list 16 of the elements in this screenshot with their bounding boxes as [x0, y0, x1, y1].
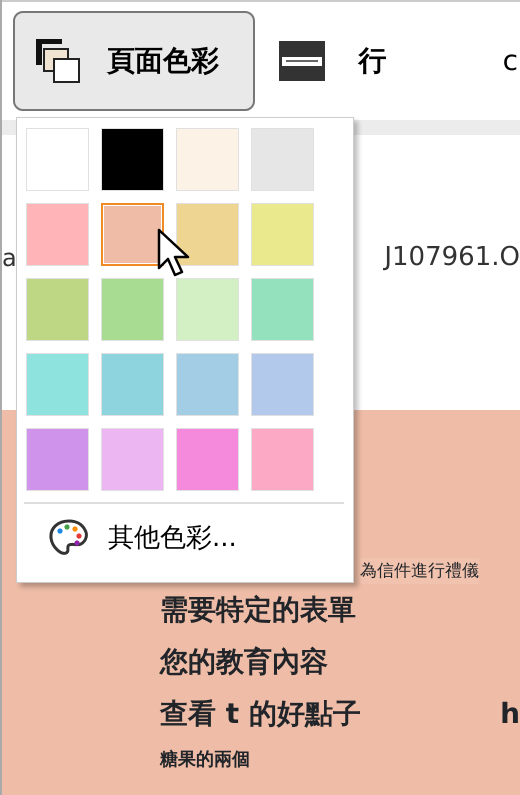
toolbar-button[interactable]: c: [410, 11, 520, 111]
body-text: 糖果的兩個: [160, 748, 250, 772]
cursor-icon: [157, 228, 191, 278]
line-button[interactable]: 行: [276, 11, 389, 111]
page-color-icon: [35, 38, 81, 84]
page-color-button[interactable]: 頁面色彩: [13, 11, 255, 111]
body-text: 需要特定的表單: [160, 592, 356, 628]
more-colors-button[interactable]: 其他色彩...: [26, 504, 237, 558]
body-text: 查看 t 的好點子: [160, 696, 361, 732]
body-text: 您的教育內容: [160, 644, 328, 680]
palette-icon: [48, 518, 90, 558]
file-name: J107961.O: [384, 241, 520, 274]
body-text: h: [500, 696, 520, 732]
color-swatch[interactable]: [101, 203, 164, 266]
body-text: 為信件進行禮儀: [360, 558, 479, 584]
text-fragment: a: [2, 242, 17, 274]
